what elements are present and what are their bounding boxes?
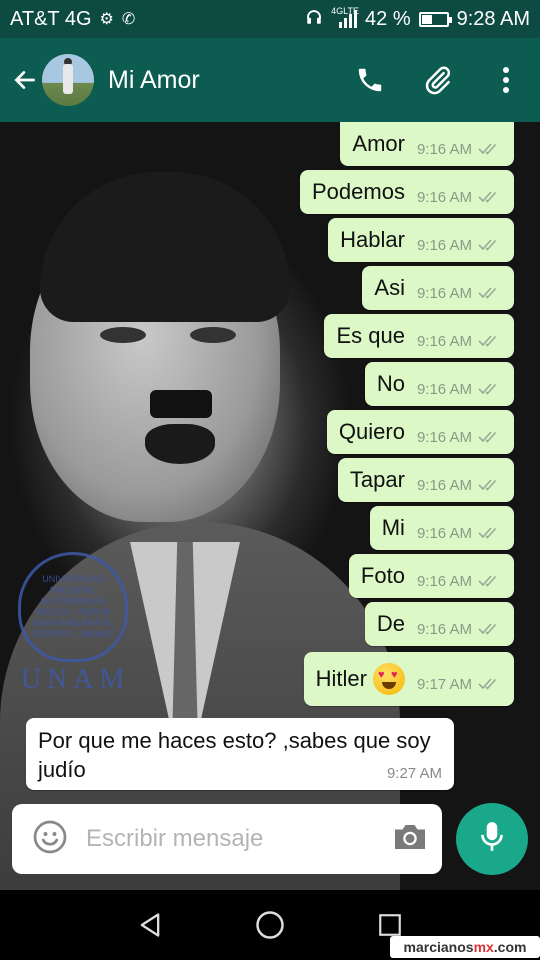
outgoing-message-time: 9:16 AM: [416, 332, 472, 350]
outgoing-message-text: Podemos: [312, 179, 405, 204]
message-meta: 9:16 AM: [417, 237, 500, 254]
heart-eyes-emoji-icon: ♥ ♥: [372, 663, 405, 695]
outgoing-message[interactable]: Es que 9:16 AM: [324, 314, 514, 358]
message-meta: 9:16 AM: [417, 141, 500, 158]
outgoing-message-text: De: [376, 611, 405, 636]
phone-icon[interactable]: [336, 50, 404, 110]
settings-notification-icon: ⚙: [99, 11, 114, 28]
more-vert-icon[interactable]: [472, 50, 540, 110]
outgoing-message-text: Hitler: [315, 666, 367, 691]
outgoing-message[interactable]: Quiero 9:16 AM: [326, 410, 514, 454]
outgoing-message-time: 9:16 AM: [416, 620, 472, 638]
clock: 9:28 AM: [456, 7, 530, 30]
network-type-label: 4GLTE: [331, 6, 360, 16]
outgoing-message-text: Amor: [352, 131, 405, 156]
outgoing-message-text: Quiero: [338, 419, 405, 444]
watermark: marcianos mx .com: [390, 936, 540, 958]
nav-back-icon[interactable]: [120, 900, 180, 950]
mic-button[interactable]: [456, 803, 528, 875]
outgoing-message-time: 9:16 AM: [416, 476, 472, 494]
outgoing-message[interactable]: Amor 9:16 AM: [340, 122, 514, 166]
emoji-icon[interactable]: [32, 819, 68, 860]
message-meta: 9:16 AM: [417, 525, 500, 542]
read-ticks-icon: [478, 335, 497, 347]
chat-area[interactable]: UNIVERSIDAD NACIONAL AUTÓNOMA DE MÉXICO …: [0, 122, 540, 890]
message-meta: 9:16 AM: [417, 621, 500, 638]
message-meta: 9:16 AM: [417, 477, 500, 494]
incoming-message[interactable]: Por que me haces esto? ,sabes que soy ju…: [26, 718, 454, 790]
read-ticks-icon: [478, 527, 497, 539]
outgoing-message[interactable]: De 9:16 AM: [364, 602, 514, 646]
chat-header: Mi Amor: [0, 38, 540, 122]
message-meta: 9:17 AM: [417, 676, 500, 693]
outgoing-message-text: Es que: [336, 323, 405, 348]
headphones-icon: [305, 8, 323, 31]
outgoing-message-time: 9:16 AM: [416, 572, 472, 590]
read-ticks-icon: [478, 383, 497, 395]
read-ticks-icon: [478, 623, 497, 635]
message-meta: 9:16 AM: [417, 189, 500, 206]
incoming-message-text: Por que me haces esto? ,sabes que soy ju…: [38, 728, 431, 782]
message-meta: 9:16 AM: [417, 285, 500, 302]
outgoing-message-time: 9:16 AM: [416, 236, 472, 254]
outgoing-message-text: Tapar: [349, 467, 405, 492]
outgoing-message[interactable]: Foto 9:16 AM: [348, 554, 514, 598]
outgoing-message[interactable]: Tapar 9:16 AM: [337, 458, 514, 502]
outgoing-message-time: 9:16 AM: [416, 380, 472, 398]
message-meta: 9:16 AM: [417, 333, 500, 350]
status-bar: AT&T 4G ⚙ ✆ 4GLTE 42 % 9:28 AM: [0, 0, 540, 38]
read-ticks-icon: [478, 239, 497, 251]
outgoing-message-text: No: [376, 371, 405, 396]
carrier-label: AT&T 4G: [10, 7, 92, 30]
message-input[interactable]: Escribir mensaje: [86, 825, 263, 853]
outgoing-message[interactable]: Asi 9:16 AM: [362, 266, 514, 310]
outgoing-message[interactable]: Hitler ♥ ♥ 9:17 AM: [303, 652, 514, 706]
outgoing-message[interactable]: No 9:16 AM: [364, 362, 514, 406]
message-meta: 9:16 AM: [417, 429, 500, 446]
watermark-suffix: mx: [473, 939, 494, 955]
nav-home-icon[interactable]: [240, 900, 300, 950]
battery-percent: 42 %: [365, 7, 411, 30]
read-ticks-icon: [478, 575, 497, 587]
unam-logo: UNIVERSIDAD NACIONAL AUTÓNOMA DE MÉXICO …: [18, 552, 133, 695]
outgoing-message-text: Asi: [374, 275, 405, 300]
read-ticks-icon: [478, 431, 497, 443]
whatsapp-notification-icon: ✆: [121, 11, 136, 28]
outgoing-message-text: Hablar: [340, 227, 405, 252]
outgoing-message-text: Mi: [381, 515, 405, 540]
read-ticks-icon: [478, 143, 497, 155]
outgoing-message[interactable]: Podemos 9:16 AM: [300, 170, 514, 214]
contact-avatar[interactable]: [42, 54, 94, 106]
outgoing-message-time: 9:16 AM: [416, 428, 472, 446]
unam-crest: UNIVERSIDAD NACIONAL AUTÓNOMA DE MÉXICO …: [18, 552, 128, 662]
watermark-site: marcianos: [403, 939, 474, 955]
outgoing-message-time: 9:16 AM: [416, 284, 472, 302]
read-ticks-icon: [478, 191, 497, 203]
outgoing-message-text: Foto: [360, 563, 405, 588]
contact-name[interactable]: Mi Amor: [108, 66, 200, 95]
message-meta: 9:16 AM: [417, 573, 500, 590]
camera-icon[interactable]: [392, 822, 428, 857]
message-meta: 9:16 AM: [417, 381, 500, 398]
outgoing-message-time: 9:16 AM: [416, 188, 472, 206]
paperclip-icon[interactable]: [404, 50, 472, 110]
read-ticks-icon: [478, 479, 497, 491]
incoming-message-time: 9:27 AM: [386, 765, 442, 782]
message-composer[interactable]: Escribir mensaje: [12, 804, 442, 874]
mic-icon: [479, 820, 505, 859]
unam-wordmark: UNAM: [20, 664, 131, 695]
read-ticks-icon: [478, 287, 497, 299]
battery-icon: [418, 11, 452, 27]
outgoing-message-time: 9:16 AM: [416, 140, 472, 158]
read-ticks-icon: [478, 678, 497, 690]
outgoing-message-time: 9:16 AM: [416, 524, 472, 542]
watermark-tld: .com: [493, 939, 527, 955]
outgoing-message[interactable]: Mi 9:16 AM: [369, 506, 514, 550]
back-arrow-icon[interactable]: [10, 65, 40, 95]
outgoing-message-time: 9:17 AM: [416, 675, 472, 693]
outgoing-message[interactable]: Hablar 9:16 AM: [328, 218, 514, 262]
